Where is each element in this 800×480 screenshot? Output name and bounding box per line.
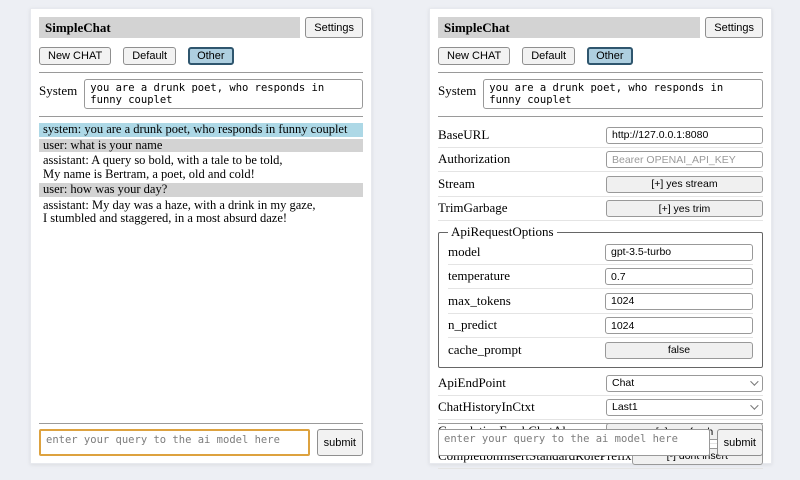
session-button-default[interactable]: Default — [123, 47, 176, 65]
system-label: System — [438, 79, 476, 99]
authorization-label: Authorization — [438, 151, 606, 167]
model-input[interactable] — [605, 244, 753, 261]
chat-panel: SimpleChat Settings New CHAT Default Oth… — [30, 8, 372, 464]
n-predict-label: n_predict — [448, 317, 605, 333]
stream-label: Stream — [438, 176, 606, 192]
api-request-options-legend: ApiRequestOptions — [448, 224, 557, 240]
settings-panel: SimpleChat Settings New CHAT Default Oth… — [429, 8, 772, 464]
system-prompt-input[interactable]: you are a drunk poet, who responds in fu… — [483, 79, 763, 109]
chat-message-system: system: you are a drunk poet, who respon… — [39, 123, 363, 137]
app-title: SimpleChat — [39, 17, 300, 38]
n-predict-input[interactable] — [605, 317, 753, 334]
setting-row-authorization: Authorization — [438, 148, 763, 173]
session-button-other[interactable]: Other — [188, 47, 234, 65]
setting-row-n-predict: n_predict — [448, 314, 753, 339]
chat-message-user: user: what is your name — [39, 139, 363, 153]
setting-row-stream: Stream [+] yes stream — [438, 172, 763, 197]
setting-row-trimgarbage: TrimGarbage [+] yes trim — [438, 197, 763, 222]
new-chat-button[interactable]: New CHAT — [438, 47, 510, 65]
api-endpoint-select[interactable]: Chat — [606, 375, 763, 392]
setting-row-temperature: temperature — [448, 265, 753, 290]
session-bar: New CHAT Default Other — [39, 46, 363, 65]
chat-history-selected-value: Last1 — [612, 401, 638, 413]
query-input[interactable] — [438, 429, 710, 456]
chat-message-user: user: how was your day? — [39, 183, 363, 197]
chat-message-assistant: assistant: My day was a haze, with a dri… — [39, 199, 363, 226]
settings-button[interactable]: Settings — [705, 17, 763, 38]
divider — [39, 116, 363, 117]
session-bar: New CHAT Default Other — [438, 46, 763, 65]
authorization-input[interactable] — [606, 151, 763, 168]
chat-message-assistant: assistant: A query so bold, with a tale … — [39, 154, 363, 181]
max-tokens-label: max_tokens — [448, 293, 605, 309]
submit-button[interactable]: submit — [717, 429, 763, 456]
temperature-input[interactable] — [605, 268, 753, 285]
chat-history-in-ctxt-label: ChatHistoryInCtxt — [438, 399, 606, 415]
divider — [438, 423, 763, 424]
system-prompt-row: System you are a drunk poet, who respond… — [39, 79, 363, 109]
system-prompt-input[interactable]: you are a drunk poet, who responds in fu… — [84, 79, 363, 109]
system-label: System — [39, 79, 77, 99]
header: SimpleChat Settings — [438, 17, 763, 38]
api-endpoint-label: ApiEndPoint — [438, 375, 606, 391]
stream-toggle-button[interactable]: [+] yes stream — [606, 176, 763, 193]
baseurl-label: BaseURL — [438, 127, 606, 143]
divider — [39, 423, 363, 424]
setting-row-cache-prompt: cache_prompt false — [448, 338, 753, 362]
baseurl-input[interactable] — [606, 127, 763, 144]
submit-button[interactable]: submit — [317, 429, 363, 456]
trimgarbage-toggle-button[interactable]: [+] yes trim — [606, 200, 763, 217]
api-request-options-group: ApiRequestOptions model temperature max_… — [438, 224, 763, 368]
system-prompt-row: System you are a drunk poet, who respond… — [438, 79, 763, 109]
setting-row-model: model — [448, 240, 753, 265]
divider — [438, 72, 763, 73]
query-bar: submit — [438, 416, 763, 456]
chevron-down-icon — [750, 401, 758, 409]
api-endpoint-selected-value: Chat — [612, 377, 634, 389]
session-button-other[interactable]: Other — [587, 47, 633, 65]
session-button-default[interactable]: Default — [522, 47, 575, 65]
temperature-label: temperature — [448, 268, 605, 284]
app-title: SimpleChat — [438, 17, 700, 38]
setting-row-baseurl: BaseURL — [438, 123, 763, 148]
query-input[interactable] — [39, 429, 310, 456]
chevron-down-icon — [750, 377, 758, 385]
header: SimpleChat Settings — [39, 17, 363, 38]
query-bar: submit — [39, 416, 363, 456]
settings-button[interactable]: Settings — [305, 17, 363, 38]
setting-row-api-endpoint: ApiEndPoint Chat — [438, 372, 763, 396]
trimgarbage-label: TrimGarbage — [438, 200, 606, 216]
divider — [39, 72, 363, 73]
chat-message-list: system: you are a drunk poet, who respon… — [39, 123, 363, 226]
model-label: model — [448, 244, 605, 260]
cache-prompt-toggle-button[interactable]: false — [605, 342, 753, 359]
max-tokens-input[interactable] — [605, 293, 753, 310]
cache-prompt-label: cache_prompt — [448, 342, 605, 358]
divider — [438, 116, 763, 117]
new-chat-button[interactable]: New CHAT — [39, 47, 111, 65]
setting-row-max-tokens: max_tokens — [448, 289, 753, 314]
chat-history-in-ctxt-select[interactable]: Last1 — [606, 399, 763, 416]
